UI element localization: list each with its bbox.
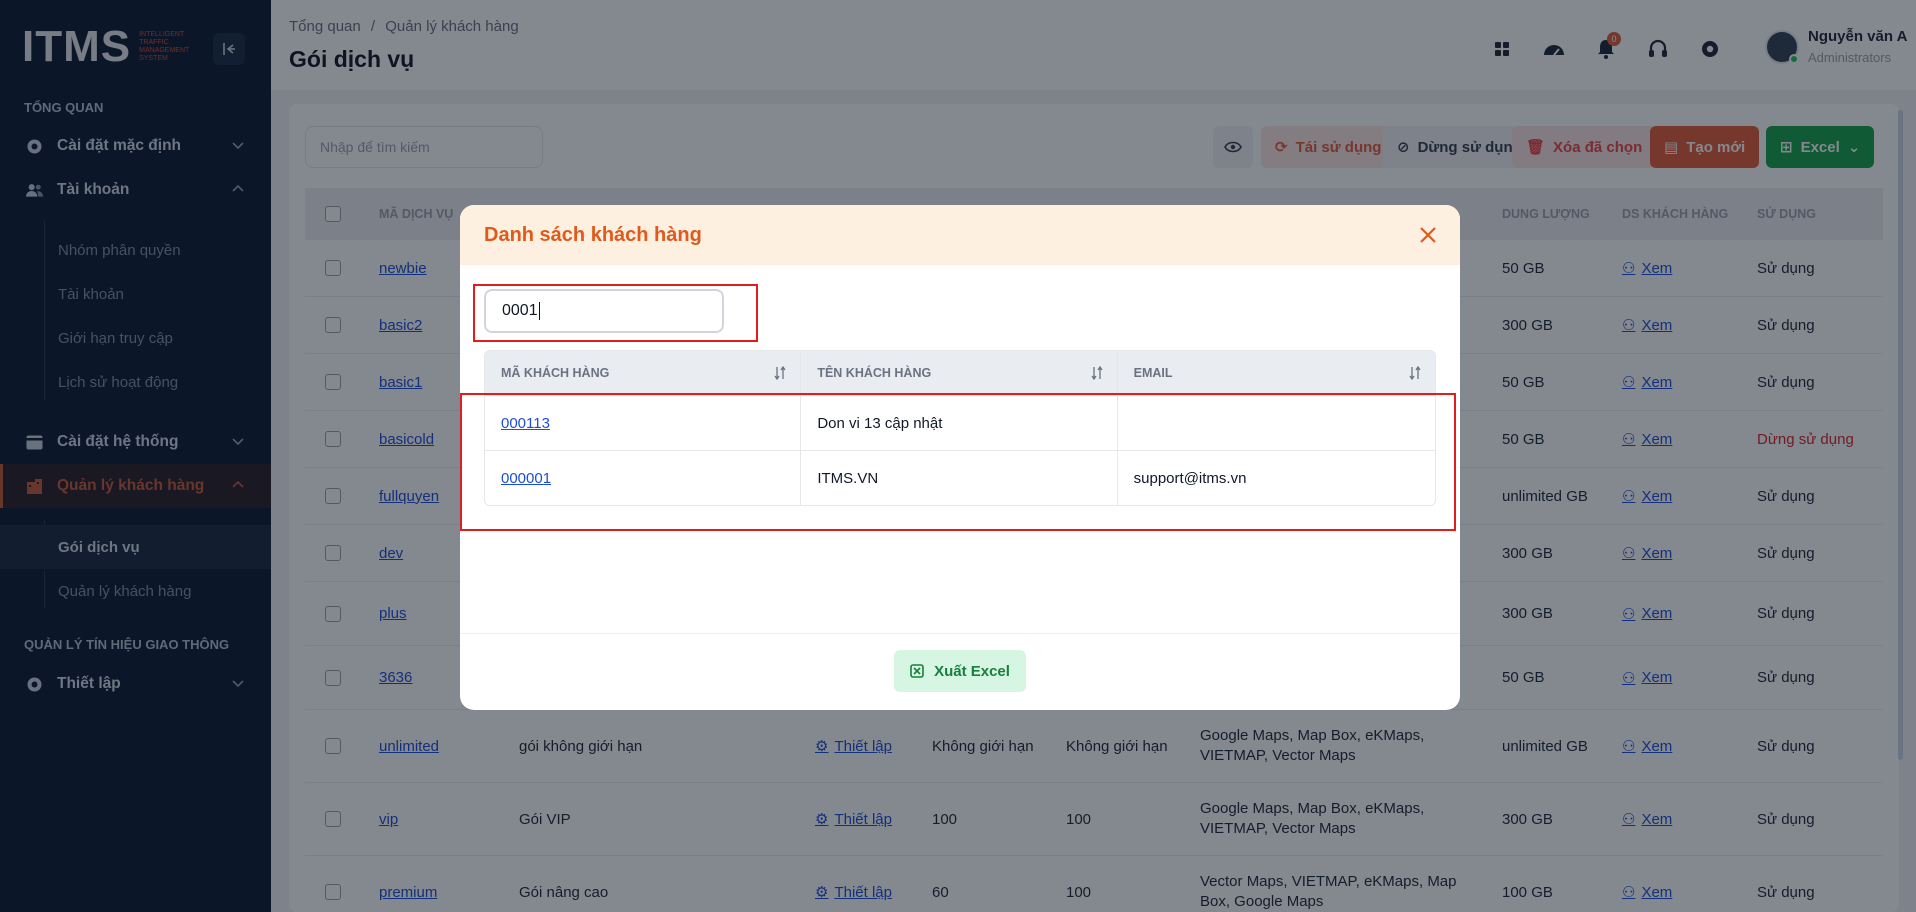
customer-table-header: MÃ KHÁCH HÀNG TÊN KHÁCH HÀNG EMAIL <box>485 351 1435 395</box>
col-customer-name[interactable]: TÊN KHÁCH HÀNG <box>801 351 1118 395</box>
close-icon <box>1420 227 1436 243</box>
customer-list-modal: Danh sách khách hàng 0001 MÃ KHÁCH HÀNG … <box>460 205 1460 710</box>
export-excel-label: Xuất Excel <box>934 662 1010 680</box>
export-excel-button[interactable]: Xuất Excel <box>894 650 1026 692</box>
excel-icon <box>910 664 924 678</box>
col-email-label: EMAIL <box>1133 366 1173 380</box>
search-highlight-box <box>473 284 758 342</box>
col-customer-name-label: TÊN KHÁCH HÀNG <box>817 366 932 380</box>
sort-icon <box>774 366 786 380</box>
col-email[interactable]: EMAIL <box>1118 351 1435 395</box>
col-customer-code[interactable]: MÃ KHÁCH HÀNG <box>485 351 802 395</box>
results-highlight-box <box>460 393 1456 531</box>
modal-header: Danh sách khách hàng <box>460 205 1460 265</box>
modal-title: Danh sách khách hàng <box>484 223 702 246</box>
sort-icon <box>1409 366 1421 380</box>
close-button[interactable] <box>1416 223 1440 247</box>
col-customer-code-label: MÃ KHÁCH HÀNG <box>501 366 610 380</box>
sort-icon <box>1091 366 1103 380</box>
